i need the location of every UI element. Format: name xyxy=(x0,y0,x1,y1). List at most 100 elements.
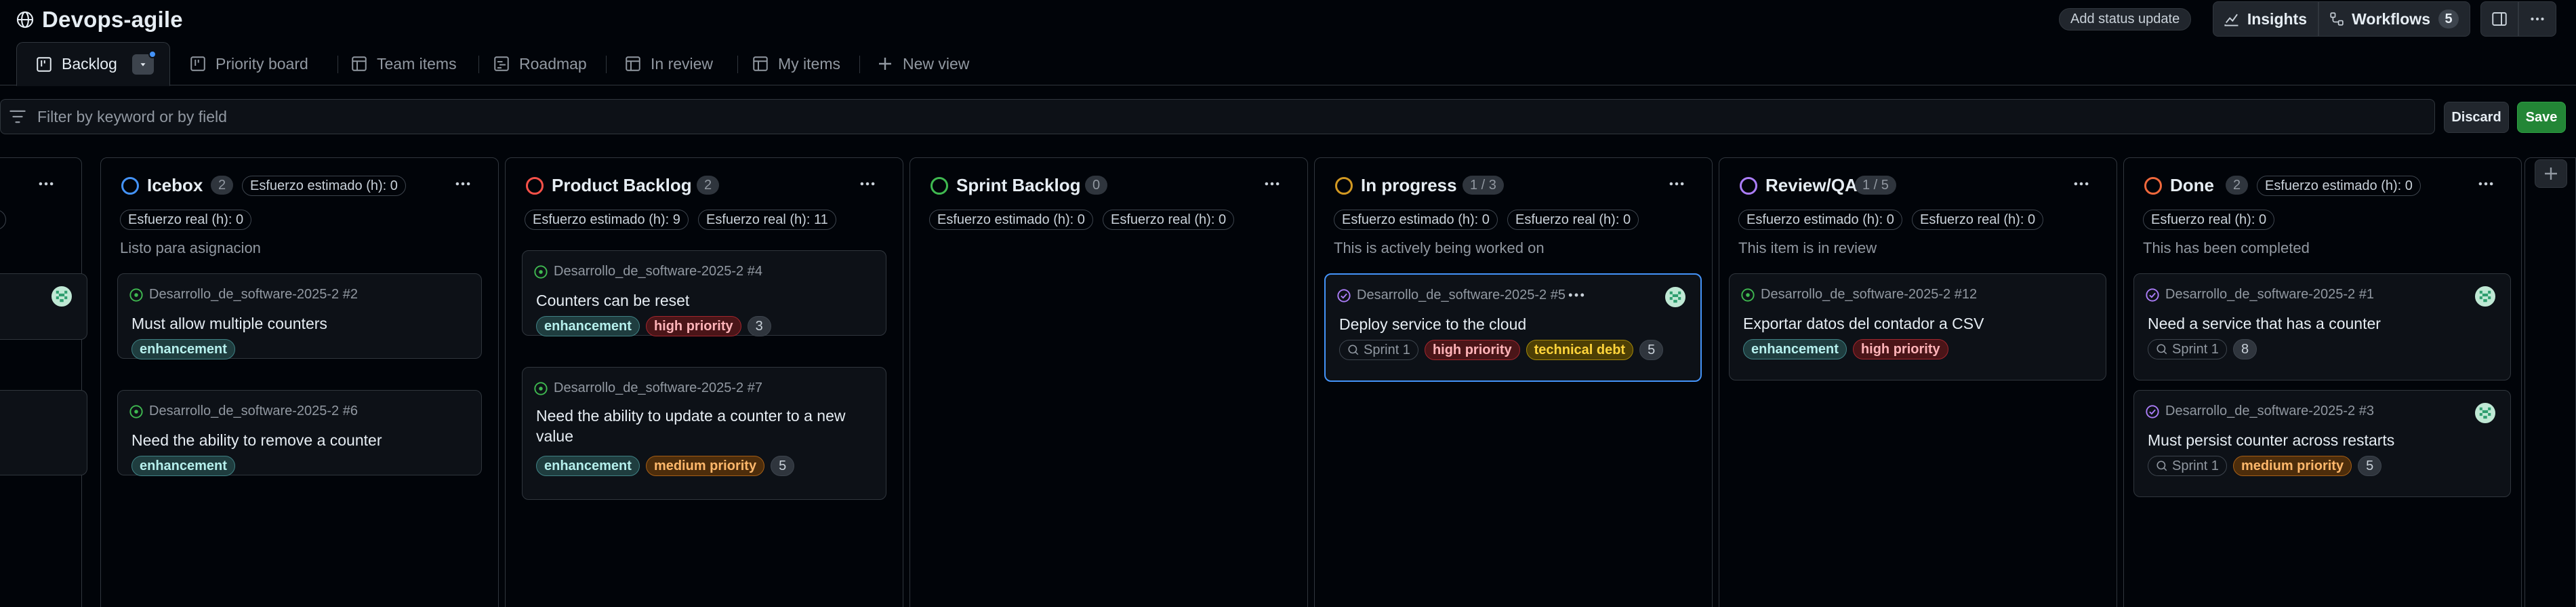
label-medium-priority[interactable]: medium priority xyxy=(645,456,765,476)
iteration-badge[interactable]: Sprint 1 xyxy=(2148,456,2227,476)
label-enhancement[interactable]: enhancement xyxy=(536,456,640,476)
assignee-avatar[interactable] xyxy=(2474,285,2497,308)
label-high-priority[interactable]: high priority xyxy=(1424,340,1520,360)
iteration-badge[interactable]: Sprint 1 xyxy=(1339,340,1418,360)
tab-priority-board[interactable]: Priority board xyxy=(190,42,308,85)
save-button[interactable]: Save xyxy=(2517,102,2566,133)
board-card[interactable]: Desarrollo_de_software-2025-2 #2 Must al… xyxy=(117,273,482,359)
column-menu-button[interactable] xyxy=(2472,173,2499,195)
card-ref: Desarrollo_de_software-2025-2 #3 xyxy=(2145,404,2374,419)
avatar-icon xyxy=(56,290,68,302)
board-card-selected[interactable]: Desarrollo_de_software-2025-2 #5 Deploy … xyxy=(1324,273,1702,382)
card-menu-button[interactable] xyxy=(1567,286,1586,305)
board-card[interactable]: Desarrollo_de_software-2025-2 #12 Export… xyxy=(1729,273,2106,380)
label-technical-debt[interactable]: technical debt xyxy=(1526,340,1634,360)
discard-button[interactable]: Discard xyxy=(2444,102,2509,133)
column-description: Listo para asignacion xyxy=(120,239,261,256)
card-ref-text: Desarrollo_de_software-2025-2 #7 xyxy=(554,380,762,395)
issue-closed-icon xyxy=(1337,288,1351,302)
kebab-horizontal-icon xyxy=(860,182,875,186)
board-card[interactable]: Desarrollo_de_software-2025-2 #3 Must pe… xyxy=(2133,390,2511,497)
column-name: Done xyxy=(2170,175,2214,195)
card-labels: Sprint 1 medium priority 5 xyxy=(2148,456,2382,476)
kebab-horizontal-icon xyxy=(1669,182,1684,186)
kebab-horizontal-icon xyxy=(1265,182,1280,186)
add-status-update-button[interactable]: Add status update xyxy=(2059,8,2192,31)
label-medium-priority[interactable]: medium priority xyxy=(2232,456,2352,476)
board-card[interactable]: Desarrollo_de_software-2025-2 #7 Need th… xyxy=(522,367,886,500)
issue-closed-icon xyxy=(2146,288,2159,302)
side-panel-button[interactable] xyxy=(2480,1,2518,37)
assignee-avatar[interactable] xyxy=(2474,402,2497,425)
column-count: 1 / 3 xyxy=(1463,176,1504,195)
card-ref-text: Desarrollo_de_software-2025-2 #12 xyxy=(1761,287,1978,302)
card-ref-text: Desarrollo_de_software-2025-2 #5 xyxy=(1357,288,1566,302)
card-ref: Desarrollo_de_software-2025-2 #1 xyxy=(2145,287,2374,302)
status-circle-icon xyxy=(121,177,139,195)
label-enhancement[interactable]: enhancement xyxy=(131,456,235,476)
card-title[interactable]: Must persist counter across restarts xyxy=(2148,430,2394,450)
column-field-chip: Esfuerzo estimado (h): 0 xyxy=(242,176,406,196)
tab-label: Roadmap xyxy=(519,54,587,73)
board-card[interactable] xyxy=(0,390,87,475)
insights-button[interactable]: Insights xyxy=(2213,1,2318,37)
iteration-badge[interactable]: Sprint 1 xyxy=(2148,339,2227,359)
label-enhancement[interactable]: enhancement xyxy=(1743,339,1847,359)
tab-label: Team items xyxy=(377,54,457,73)
iteration-label: Sprint 1 xyxy=(2172,458,2219,473)
column-menu-button[interactable] xyxy=(33,173,60,195)
status-circle-icon xyxy=(1740,177,1757,195)
card-title[interactable]: Need the ability to update a counter to … xyxy=(536,406,875,446)
column-field-chip: Esfuerzo real (h): 0 xyxy=(120,210,252,230)
board-card[interactable]: Desarrollo_de_software-2025-2 #6 Need th… xyxy=(117,390,482,476)
board-column-done: Done 2 Esfuerzo estimado (h): 0 Esfuerzo… xyxy=(2123,157,2522,607)
tab-roadmap[interactable]: Roadmap xyxy=(493,42,587,85)
card-title[interactable]: Need a service that has a counter xyxy=(2148,313,2381,334)
label-enhancement[interactable]: enhancement xyxy=(536,316,640,336)
label-high-priority[interactable]: high priority xyxy=(1852,339,1948,359)
kebab-horizontal-icon xyxy=(1568,293,1585,297)
tab-backlog[interactable]: Backlog xyxy=(16,42,170,86)
board: 0 Icebox 2 Esfuerzo estimado (h): 0 Esfu… xyxy=(0,157,2576,607)
board-card[interactable] xyxy=(0,273,87,340)
card-title[interactable]: Deploy service to the cloud xyxy=(1339,314,1526,334)
column-count: 2 xyxy=(211,176,234,195)
triangle-down-icon xyxy=(140,62,146,66)
card-title[interactable]: Must allow multiple counters xyxy=(131,313,327,334)
column-menu-button[interactable] xyxy=(854,173,881,195)
project-menu-button[interactable] xyxy=(2518,1,2556,37)
card-title[interactable]: Counters can be reset xyxy=(536,290,689,311)
assignee-avatar[interactable] xyxy=(1664,286,1687,309)
column-menu-button[interactable] xyxy=(2068,173,2095,195)
status-circle-icon xyxy=(1335,177,1353,195)
board-card[interactable]: Desarrollo_de_software-2025-2 #1 Need a … xyxy=(2133,273,2511,380)
column-menu-button[interactable] xyxy=(1259,173,1286,195)
card-ref: Desarrollo_de_software-2025-2 #2 xyxy=(129,287,358,302)
column-menu-button[interactable] xyxy=(1663,173,1690,195)
tab-my-items[interactable]: My items xyxy=(752,42,840,85)
issue-open-icon xyxy=(534,265,548,279)
tab-label: In review xyxy=(651,54,714,73)
column-field-chip: 0 xyxy=(0,210,7,230)
view-options-button[interactable] xyxy=(131,50,157,75)
kebab-horizontal-icon xyxy=(2531,17,2544,21)
workflows-button[interactable]: Workflows 5 xyxy=(2318,1,2470,37)
label-enhancement[interactable]: enhancement xyxy=(131,339,235,359)
assignee-avatar[interactable] xyxy=(50,285,73,308)
tab-in-review[interactable]: In review xyxy=(625,42,713,85)
column-field-chip: Esfuerzo estimado (h): 0 xyxy=(2257,176,2421,196)
board-card[interactable]: Desarrollo_de_software-2025-2 #4 Counter… xyxy=(522,250,886,336)
card-title[interactable]: Exportar datos del contador a CSV xyxy=(1743,313,1984,334)
label-high-priority[interactable]: high priority xyxy=(645,316,741,336)
add-column-button[interactable] xyxy=(2535,159,2567,188)
card-title[interactable]: Need the ability to remove a counter xyxy=(131,430,382,450)
column-name: Icebox xyxy=(147,175,203,195)
iteration-label: Sprint 1 xyxy=(2172,341,2219,357)
column-menu-button[interactable] xyxy=(449,173,476,195)
filter-input[interactable] xyxy=(37,107,2342,126)
column-name: In progress xyxy=(1361,175,1457,195)
new-view-button[interactable]: New view xyxy=(877,42,969,85)
iteration-label: Sprint 1 xyxy=(1364,342,1410,357)
estimate-badge: 3 xyxy=(747,316,771,336)
tab-team-items[interactable]: Team items xyxy=(351,42,457,85)
